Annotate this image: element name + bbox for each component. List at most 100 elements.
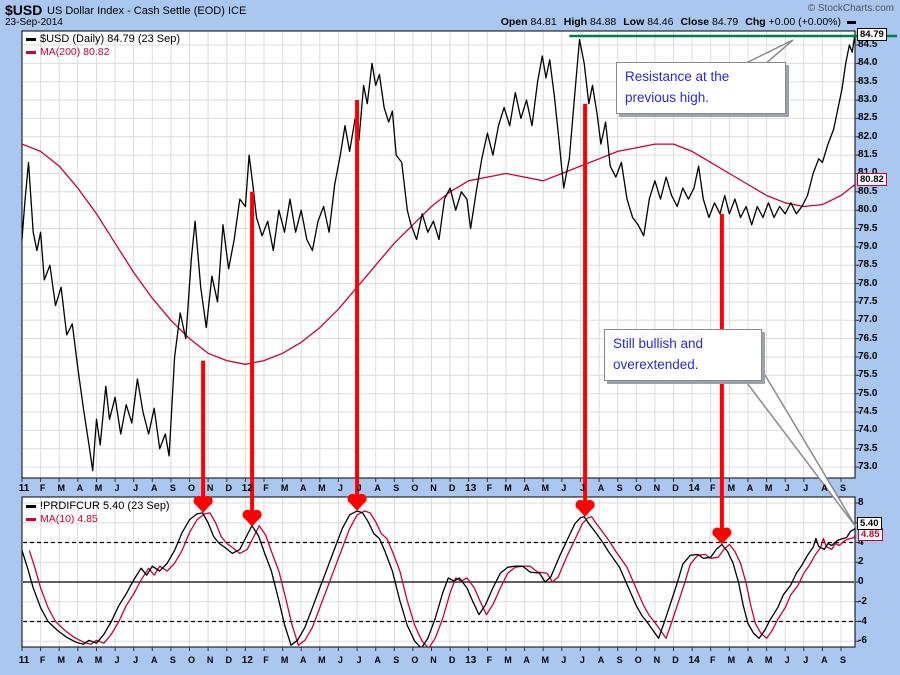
main-axis-tick-label: 76.0 — [858, 350, 878, 362]
date-axis-label: 14 — [688, 483, 700, 494]
ma200-price-flag: 80.82 — [857, 173, 887, 186]
main-axis-tick-label: 73.0 — [858, 461, 878, 473]
date-axis-label: J — [133, 483, 139, 493]
date-axis-label: 12 — [241, 655, 253, 666]
date-axis-label: D — [225, 655, 233, 665]
date-axis-label: F — [263, 655, 269, 665]
lower-axis-tick-label: 0 — [858, 576, 864, 587]
main-axis-tick-label: 78.0 — [858, 277, 878, 289]
main-legend-primary: $USD (Daily) 84.79 (23 Sep) — [26, 33, 180, 45]
lower-axis-tick-label: -4 — [858, 615, 867, 627]
date-axis-label: M — [57, 483, 65, 493]
date-axis-label: J — [114, 655, 120, 665]
annotation-bullish[interactable]: Still bullish and overextended. — [604, 329, 762, 381]
date-axis-label: 11 — [18, 483, 30, 494]
main-axis-tick-label: 83.0 — [858, 94, 878, 106]
date-axis-label: M — [318, 483, 326, 493]
main-axis-tick-label: 78.5 — [858, 259, 878, 271]
date-axis-label: F — [486, 483, 493, 493]
date-axis-label: J — [356, 483, 362, 493]
date-axis-label: O — [188, 483, 196, 493]
main-axis-tick-label: 83.5 — [858, 75, 878, 87]
main-axis-tick-label: 82.0 — [858, 130, 878, 142]
annotation-resistance[interactable]: Resistance at the previous high. — [616, 62, 786, 114]
date-axis-label: O — [634, 655, 642, 665]
date-axis-label: S — [616, 483, 623, 493]
date-axis-label: O — [634, 483, 642, 493]
date-axis-label: A — [597, 483, 605, 493]
date-axis-label: M — [541, 655, 549, 665]
date-axis-label: O — [411, 483, 419, 493]
date-axis-label: A — [746, 483, 754, 493]
date-axis-label: A — [299, 483, 307, 493]
price-line-swatch — [26, 37, 36, 41]
chg-label: Chg — [745, 16, 766, 28]
main-axis-tick-label: 84.0 — [858, 57, 878, 69]
date-axis-label: J — [579, 483, 585, 493]
date-axis-label: A — [597, 655, 605, 665]
chg-value: +0.00 (+0.00%) — [768, 16, 841, 28]
date-axis-label: J — [579, 655, 585, 665]
date-axis-label: J — [784, 483, 790, 493]
date-axis-label: 11 — [18, 655, 30, 666]
date-axis-label: M — [504, 655, 512, 665]
stockcharts-copyright-link[interactable]: © StockCharts.com — [808, 3, 894, 14]
open-value: 84.81 — [530, 16, 557, 28]
date-axis-label: J — [337, 655, 343, 665]
date-axis-label: F — [486, 655, 493, 665]
date-axis-label: F — [39, 655, 46, 665]
lower-axis-tick-label: 2 — [858, 556, 864, 568]
open-label: Open — [500, 16, 528, 28]
date-axis-label: 13 — [465, 483, 477, 494]
date-axis-label: A — [374, 483, 381, 493]
date-axis-label: N — [206, 483, 214, 493]
date-axis-label: N — [430, 483, 437, 493]
date-axis-label: S — [169, 655, 176, 665]
date-axis-label: J — [561, 483, 567, 493]
lower-axis-tick-label: 8 — [858, 497, 864, 508]
date-axis-label: N — [653, 655, 661, 665]
date-axis-label: 12 — [241, 483, 253, 494]
ma10-line-swatch — [26, 517, 36, 521]
date-axis-label: J — [784, 655, 790, 665]
date-axis-label: 13 — [465, 655, 477, 666]
date-axis-label: A — [821, 483, 828, 493]
ohlc-quote-row: Open 84.81 High 84.88 Low 84.46 Close 84.79… — [494, 16, 856, 28]
prdifcur-line-swatch — [26, 504, 36, 508]
date-axis-label: A — [151, 655, 158, 665]
chart-title: US Dollar Index - Cash Settle (EOD) ICE — [47, 5, 247, 17]
date-axis-label: A — [299, 655, 307, 665]
main-axis-tick-label: 77.5 — [858, 295, 878, 307]
lower-axis-tick-label: -2 — [858, 595, 867, 607]
date-axis-label: J — [133, 655, 139, 665]
main-axis-tick-label: 74.5 — [858, 406, 878, 417]
date-axis-label: D — [448, 655, 456, 665]
ma200-line-swatch — [26, 50, 36, 54]
low-label: Low — [623, 16, 645, 28]
prdifcur-value-flag: 5.40 — [857, 517, 882, 530]
symbol-label: $USD — [5, 2, 43, 18]
date-axis-label: N — [430, 655, 437, 665]
main-axis-tick-label: 80.0 — [858, 204, 878, 216]
date-axis-label: D — [448, 483, 456, 493]
date-axis-label: A — [374, 655, 381, 665]
date-axis-label: A — [76, 655, 84, 665]
date-axis-label: F — [709, 655, 716, 665]
date-axis-label: M — [94, 655, 103, 665]
date-axis-label: D — [225, 483, 233, 493]
date-axis-label: J — [114, 483, 120, 493]
date-axis-label: O — [411, 655, 419, 665]
date-axis-label: J — [356, 655, 362, 665]
date-axis-label: S — [393, 655, 400, 665]
date-axis-label: F — [263, 483, 269, 493]
line-style-swatch — [847, 20, 856, 24]
date-axis-label: A — [151, 483, 158, 493]
date-axis-label: J — [803, 655, 809, 665]
date-axis-label: S — [616, 655, 623, 665]
date-axis-label: N — [653, 483, 661, 493]
date-axis-label: M — [57, 655, 65, 665]
date-axis-label: M — [94, 483, 103, 493]
main-axis-tick-label: 75.0 — [858, 387, 878, 399]
main-axis-tick-label: 81.5 — [858, 149, 878, 161]
main-axis-tick-label: 79.0 — [858, 240, 878, 252]
